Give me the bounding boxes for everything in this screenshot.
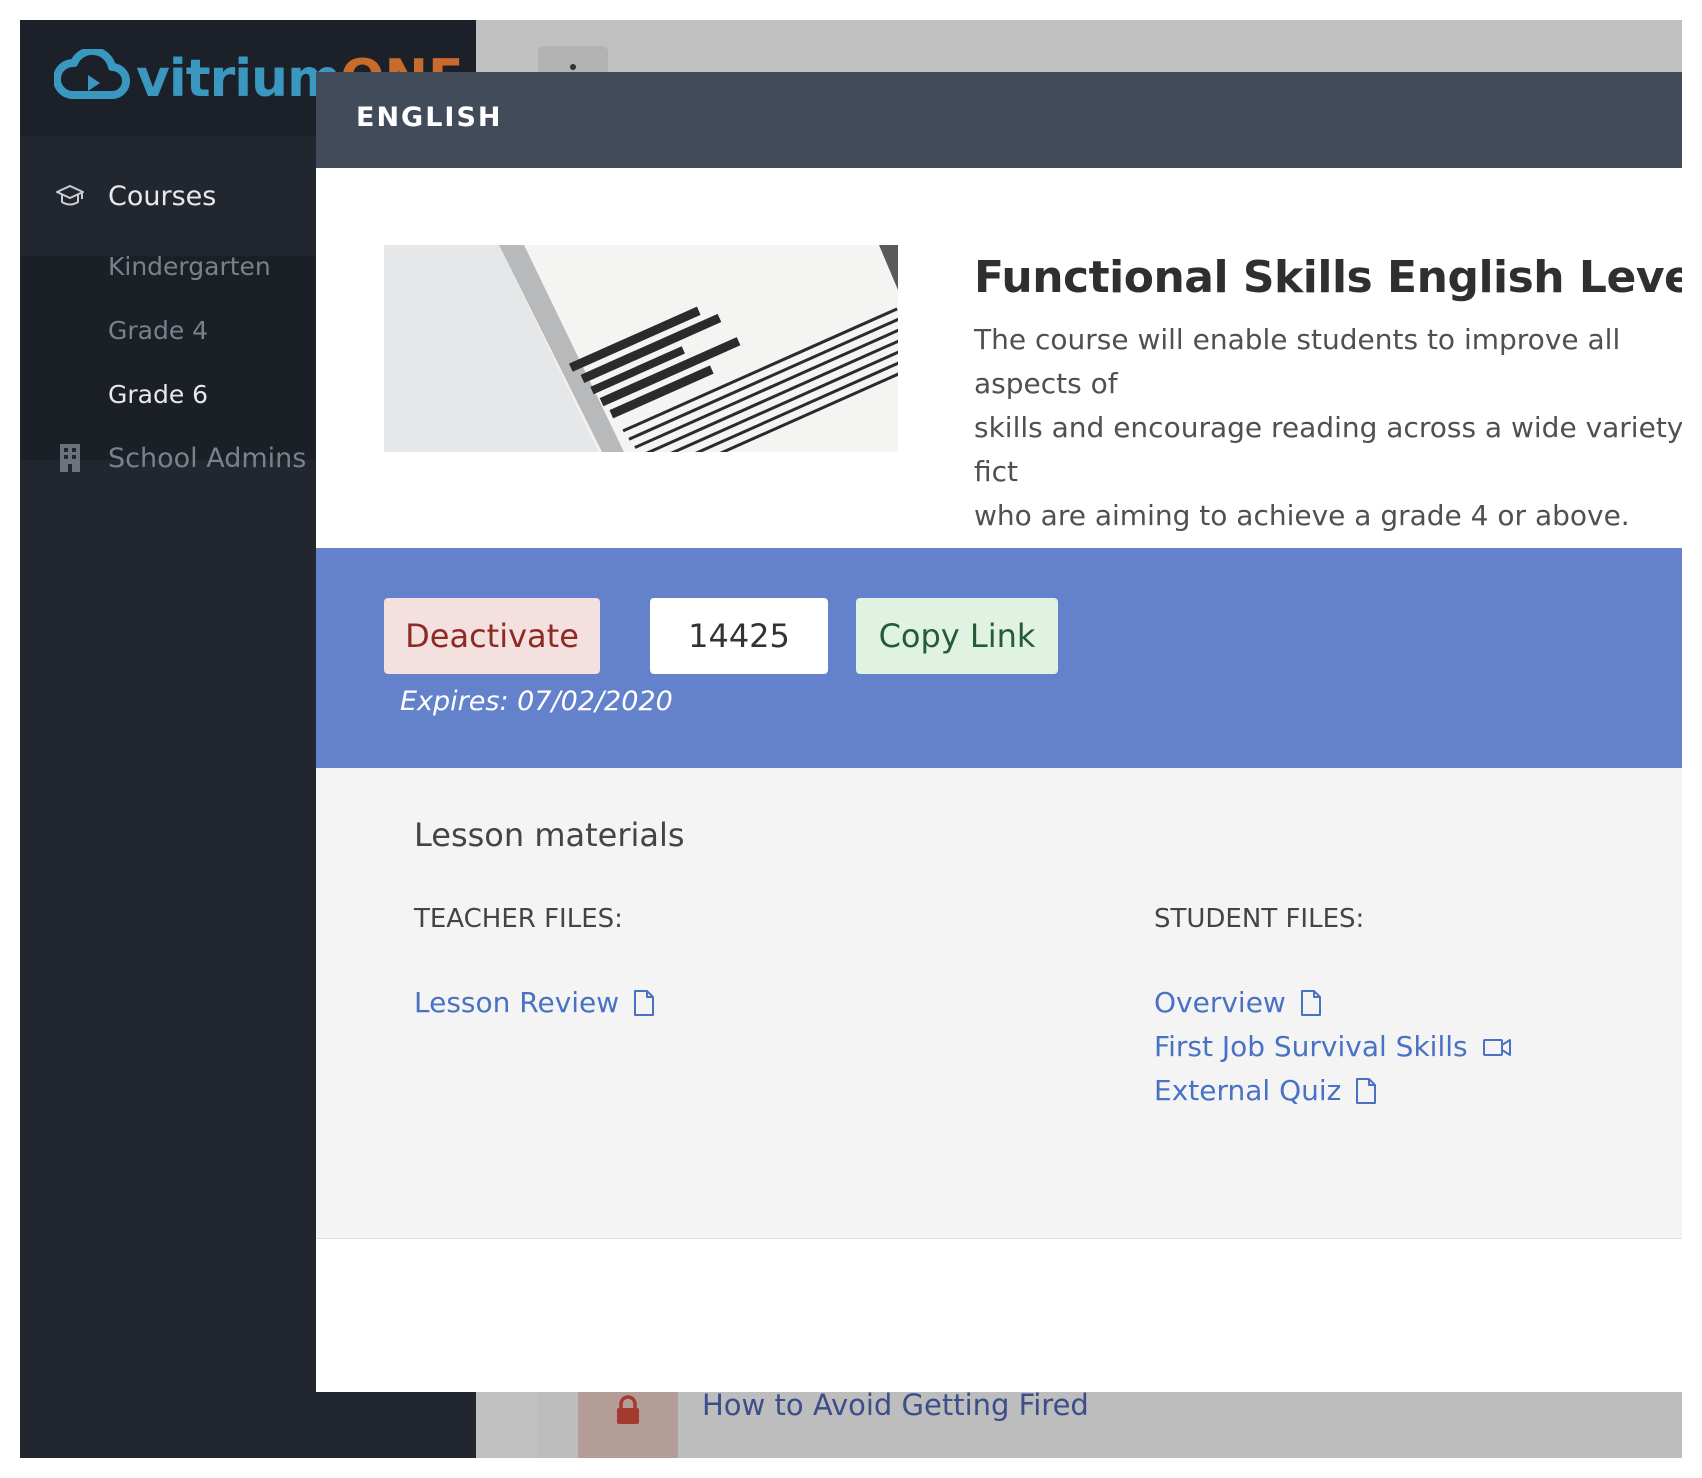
sidebar-subitem-label: Grade 6 [108,380,209,409]
course-title: Functional Skills English Level 2 [974,252,1682,303]
student-file-link[interactable]: External Quiz [1154,1074,1377,1107]
teacher-file-link[interactable]: Lesson Review [414,986,655,1019]
app-window: vitrium ONE Courses Kindergarten Grade 4… [20,20,1682,1458]
file-link-label: External Quiz [1154,1074,1342,1107]
building-icon [54,442,86,474]
file-link-label: First Job Survival Skills [1154,1030,1468,1063]
sidebar-subitem-label: Grade 4 [108,316,209,345]
document-icon [1355,1077,1377,1105]
document-icon [633,989,655,1017]
logo-text: vitrium [136,49,341,109]
lesson-materials-section: Lesson materials TEACHER FILES: STUDENT … [316,768,1682,1239]
student-files-header: STUDENT FILES: [1154,904,1365,934]
graduation-cap-icon [54,180,86,212]
sidebar-subitem-grade-4[interactable]: Grade 4 [108,316,208,345]
modal-header: ENGLISH [316,72,1682,168]
cloud-logo-icon [53,46,130,109]
course-description: The course will enable students to impro… [974,323,1682,532]
sidebar-item-courses[interactable]: Courses [54,180,216,212]
video-icon [1482,1036,1512,1058]
document-icon [1300,989,1322,1017]
student-file-link[interactable]: Overview [1154,986,1322,1019]
file-link-label: Overview [1154,986,1286,1019]
course-code-field[interactable]: 14425 [650,598,828,674]
sidebar-item-label: Courses [108,180,217,212]
sidebar-subitem-grade-6[interactable]: Grade 6 [108,380,208,409]
course-actions-band: Deactivate 14425 Copy Link Expires: 07/0… [316,548,1682,768]
teacher-files-header: TEACHER FILES: [414,904,623,934]
sidebar-subitem-kindergarten[interactable]: Kindergarten [108,252,271,281]
course-thumbnail-image [384,245,898,452]
modal-title: ENGLISH [356,102,503,133]
background-list-item-label[interactable]: How to Avoid Getting Fired [702,1388,1089,1422]
sidebar-item-label: School Admins [108,442,307,474]
course-modal: ENGLISH Functional Skills English Level … [316,72,1682,1392]
expiry-date: Expires: 07/02/2020 [400,686,673,717]
file-link-label: Lesson Review [414,986,620,1019]
student-file-link[interactable]: First Job Survival Skills [1154,1030,1512,1063]
sidebar-subitem-label: Kindergarten [108,252,271,281]
lesson-materials-title: Lesson materials [414,816,685,854]
sidebar-item-school-admins[interactable]: School Admins [54,442,306,474]
copy-link-button[interactable]: Copy Link [856,598,1058,674]
deactivate-button[interactable]: Deactivate [384,598,600,674]
